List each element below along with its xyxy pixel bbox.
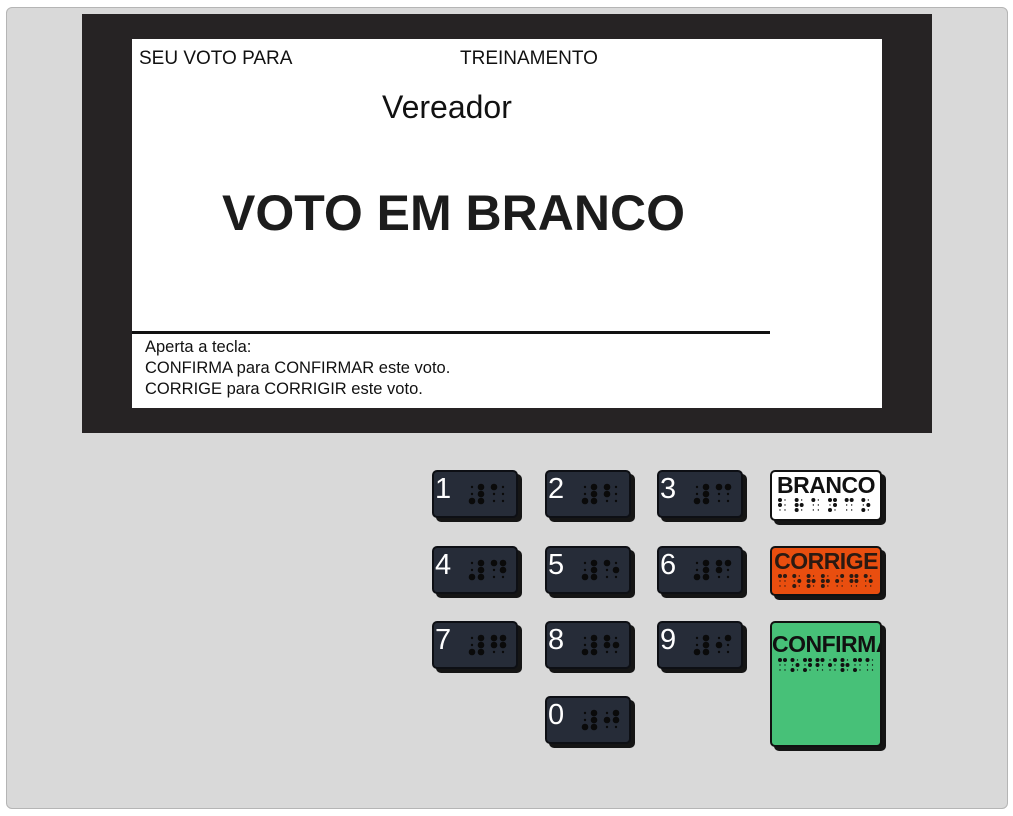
confirma-label: CONFIRMA — [772, 631, 882, 657]
braille-icon — [581, 634, 620, 656]
braille-icon — [778, 498, 871, 512]
braille-icon — [693, 634, 732, 656]
office-title: Vereador — [382, 89, 512, 125]
braille-icon — [468, 559, 507, 581]
vote-status-message: VOTO EM BRANCO — [222, 185, 685, 241]
braille-icon — [581, 483, 618, 505]
instruction-line: Aperta a tecla: — [145, 338, 252, 356]
braille-icon — [693, 483, 732, 505]
braille-icon — [468, 634, 507, 656]
instructions-block: Aperta a tecla: CONFIRMA para CONFIRMAR … — [145, 337, 450, 400]
braille-icon — [468, 483, 505, 505]
key-digit: 2 — [548, 473, 565, 505]
corrige-button[interactable]: CORRIGE — [770, 546, 882, 596]
instruction-line: CONFIRMA para CONFIRMAR este voto. — [145, 359, 451, 377]
instructions-divider — [132, 331, 770, 334]
key-0[interactable]: 0 — [545, 696, 631, 744]
key-digit: 1 — [435, 473, 452, 505]
key-digit: 5 — [548, 549, 565, 581]
key-3[interactable]: 3 — [657, 470, 743, 518]
braille-icon — [778, 574, 873, 588]
key-2[interactable]: 2 — [545, 470, 631, 518]
key-5[interactable]: 5 — [545, 546, 631, 594]
corrige-label: CORRIGE — [774, 548, 878, 574]
key-digit: 9 — [660, 624, 677, 656]
key-4[interactable]: 4 — [432, 546, 518, 594]
key-8[interactable]: 8 — [545, 621, 631, 669]
key-9[interactable]: 9 — [657, 621, 743, 669]
branco-button[interactable]: BRANCO — [770, 470, 882, 521]
braille-icon — [581, 709, 620, 731]
key-digit: 7 — [435, 624, 452, 656]
training-mode-label: TREINAMENTO — [460, 48, 598, 69]
confirma-button[interactable]: CONFIRMA — [770, 621, 882, 747]
key-1[interactable]: 1 — [432, 470, 518, 518]
key-digit: 3 — [660, 473, 677, 505]
key-digit: 8 — [548, 624, 565, 656]
braille-icon — [693, 559, 732, 581]
key-digit: 6 — [660, 549, 677, 581]
braille-icon — [778, 658, 874, 672]
seu-voto-para-label: SEU VOTO PARA — [139, 48, 293, 69]
key-7[interactable]: 7 — [432, 621, 518, 669]
instruction-line: CORRIGE para CORRIGIR este voto. — [145, 380, 423, 398]
key-6[interactable]: 6 — [657, 546, 743, 594]
branco-label: BRANCO — [777, 472, 875, 498]
voting-screen: SEU VOTO PARA TREINAMENTO Vereador VOTO … — [132, 39, 882, 408]
braille-icon — [581, 559, 620, 581]
key-digit: 0 — [548, 699, 565, 731]
key-digit: 4 — [435, 549, 452, 581]
